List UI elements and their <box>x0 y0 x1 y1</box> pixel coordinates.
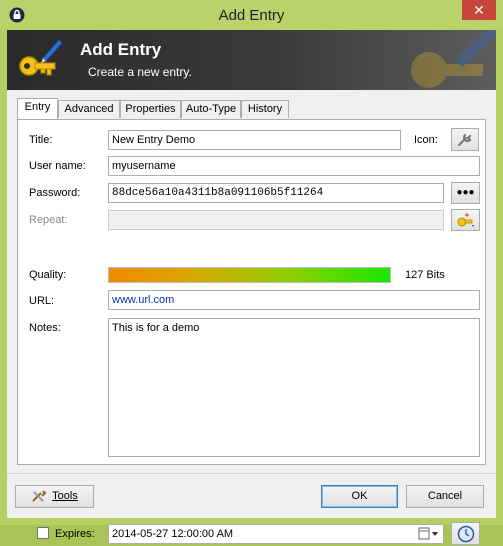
tools-label: Tools <box>52 490 78 502</box>
url-field[interactable]: www.url.com <box>108 290 480 310</box>
tools-button[interactable]: Tools <box>15 485 94 508</box>
standard-expiry-button[interactable] <box>451 522 480 545</box>
wrench-icon <box>457 133 472 147</box>
close-icon: ✕ <box>473 2 485 18</box>
add-entry-window: Add Entry ✕ Add Entry Create a new entry… <box>0 0 503 545</box>
entry-panel: Title: New Entry Demo Icon: User name: m… <box>17 119 486 545</box>
show-password-button[interactable]: ●●● <box>451 182 480 204</box>
key-icon <box>19 39 63 76</box>
password-quality-bar <box>108 267 391 283</box>
banner: Add Entry Create a new entry. <box>7 30 496 90</box>
generate-password-button[interactable] <box>451 209 480 231</box>
dialog-client: Add Entry Create a new entry. Entry Adva… <box>7 30 496 545</box>
ok-button[interactable]: OK <box>321 485 398 508</box>
quality-label: Quality: <box>29 269 67 281</box>
password-field[interactable]: 88dce56a10a4311b8a091106b5f11264 <box>108 183 444 203</box>
url-label: URL: <box>29 295 55 307</box>
title-label: Title: <box>29 134 53 146</box>
banner-watermark-icon <box>411 30 496 88</box>
clock-icon <box>457 525 474 543</box>
tab-auto-type[interactable]: Auto-Type <box>181 100 241 118</box>
generate-password-icon <box>457 213 474 227</box>
expiry-date-value: 2014-05-27 12:00:00 AM <box>112 528 234 540</box>
tab-properties[interactable]: Properties <box>120 100 181 118</box>
quality-bar-fill <box>109 268 390 282</box>
tab-label: Auto-Type <box>185 103 237 115</box>
cancel-label: Cancel <box>427 490 463 502</box>
banner-subtitle: Create a new entry. <box>88 65 192 79</box>
tools-icon <box>32 490 47 502</box>
expiry-date-picker[interactable]: 2014-05-27 12:00:00 AM <box>108 524 444 544</box>
notes-label: Notes: <box>29 322 61 334</box>
cancel-button[interactable]: Cancel <box>406 485 484 508</box>
tab-label: Properties <box>125 103 176 115</box>
ok-label: OK <box>351 490 368 502</box>
tab-label: History <box>247 103 283 115</box>
tab-history[interactable]: History <box>241 100 289 118</box>
window-title: Add Entry <box>218 7 285 24</box>
title-bar[interactable]: Add Entry ✕ <box>0 0 503 30</box>
banner-title: Add Entry <box>80 40 162 59</box>
footer-separator <box>7 473 496 474</box>
tab-label: Entry <box>24 101 51 113</box>
username-field[interactable]: myusername <box>108 156 480 176</box>
quality-bits: 127 Bits <box>405 269 445 281</box>
tab-label: Advanced <box>64 103 114 115</box>
icon-picker-button[interactable] <box>451 128 479 151</box>
username-label: User name: <box>29 160 86 172</box>
expires-checkbox[interactable] <box>37 527 49 539</box>
icon-label: Icon: <box>414 134 438 146</box>
calendar-dropdown-icon[interactable] <box>418 527 440 541</box>
expires-label: Expires: <box>55 528 95 540</box>
password-label: Password: <box>29 187 81 199</box>
notes-textarea[interactable]: This is for a demo <box>108 318 480 457</box>
tab-advanced[interactable]: Advanced <box>58 100 120 118</box>
repeat-password-field[interactable] <box>108 210 444 230</box>
title-field[interactable]: New Entry Demo <box>108 130 401 150</box>
repeat-label: Repeat: <box>29 214 68 226</box>
tab-entry[interactable]: Entry <box>17 98 58 119</box>
close-button[interactable]: ✕ <box>462 0 496 20</box>
